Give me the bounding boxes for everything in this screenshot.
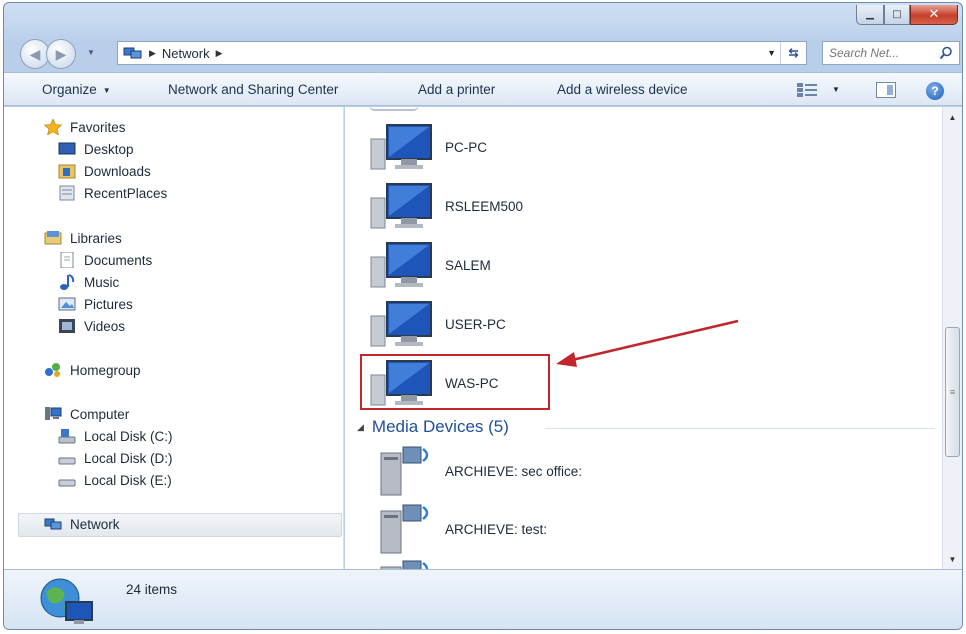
annotation-arrow [556,319,739,367]
